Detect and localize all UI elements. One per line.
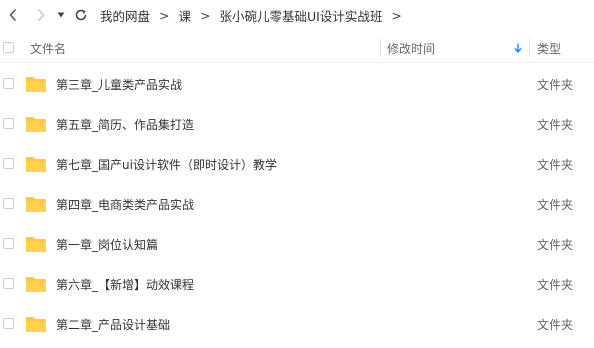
file-row[interactable]: 第七章_国产ui设计软件（即时设计）教学 文件夹 xyxy=(0,144,594,184)
folder-icon xyxy=(26,277,46,292)
file-type: 文件夹 xyxy=(537,197,574,212)
row-checkbox[interactable] xyxy=(3,278,14,289)
file-type: 文件夹 xyxy=(537,317,574,332)
row-checkbox[interactable] xyxy=(3,318,14,329)
file-row[interactable]: 第四章_电商类类产品实战 文件夹 xyxy=(0,184,594,224)
file-row[interactable]: 第二章_产品设计基础 文件夹 xyxy=(0,304,594,344)
folder-icon xyxy=(26,157,46,172)
arrow-down-icon xyxy=(514,43,522,53)
folder-icon xyxy=(26,197,46,212)
chevron-left-icon xyxy=(9,8,17,22)
file-type: 文件夹 xyxy=(537,237,574,252)
modified-column-label: 修改时间 xyxy=(387,41,436,56)
breadcrumb-separator: > xyxy=(200,7,211,23)
breadcrumb-item[interactable]: 张小碗儿零基础UI设计实战班 xyxy=(220,6,383,25)
row-checkbox[interactable] xyxy=(3,198,14,209)
select-all-checkbox[interactable] xyxy=(3,42,14,53)
file-row[interactable]: 第一章_岗位认知篇 文件夹 xyxy=(0,224,594,264)
file-name[interactable]: 第一章_岗位认知篇 xyxy=(56,224,158,264)
history-dropdown-button[interactable] xyxy=(54,0,68,30)
file-name[interactable]: 第二章_产品设计基础 xyxy=(56,304,170,344)
folder-icon xyxy=(26,117,46,132)
file-name[interactable]: 第六章_【新增】动效课程 xyxy=(56,264,194,304)
breadcrumb-separator: > xyxy=(159,7,170,23)
breadcrumb-item[interactable]: 我的网盘 xyxy=(100,6,150,25)
file-type: 文件夹 xyxy=(537,157,574,172)
row-checkbox[interactable] xyxy=(3,118,14,129)
chevron-right-icon xyxy=(37,8,45,22)
file-name[interactable]: 第三章_儿童类产品实战 xyxy=(56,64,182,104)
file-row[interactable]: 第六章_【新增】动效课程 文件夹 xyxy=(0,264,594,304)
refresh-icon xyxy=(75,9,87,21)
name-column-label: 文件名 xyxy=(30,41,67,56)
folder-icon xyxy=(26,237,46,252)
back-button[interactable] xyxy=(2,0,24,30)
refresh-button[interactable] xyxy=(70,0,92,30)
folder-icon xyxy=(26,317,46,332)
breadcrumb-separator: > xyxy=(391,7,402,23)
column-divider[interactable] xyxy=(529,39,530,57)
column-header: 文件名 修改时间 类型 xyxy=(0,34,594,63)
name-column-header[interactable]: 文件名 xyxy=(30,34,378,62)
modified-column-header[interactable]: 修改时间 xyxy=(387,34,527,62)
caret-down-icon xyxy=(57,12,65,18)
file-row[interactable]: 第三章_儿童类产品实战 文件夹 xyxy=(0,64,594,104)
file-name[interactable]: 第四章_电商类类产品实战 xyxy=(56,184,194,224)
file-row[interactable]: 第五章_简历、作品集打造 文件夹 xyxy=(0,104,594,144)
type-column-header[interactable]: 类型 xyxy=(537,34,594,62)
type-column-label: 类型 xyxy=(537,41,562,56)
column-divider[interactable] xyxy=(380,39,381,57)
file-name[interactable]: 第五章_简历、作品集打造 xyxy=(56,104,194,144)
row-checkbox[interactable] xyxy=(3,78,14,89)
file-type: 文件夹 xyxy=(537,77,574,92)
forward-button[interactable] xyxy=(30,0,52,30)
row-checkbox[interactable] xyxy=(3,238,14,249)
file-type: 文件夹 xyxy=(537,277,574,292)
folder-icon xyxy=(26,77,46,92)
row-checkbox[interactable] xyxy=(3,158,14,169)
breadcrumb-item[interactable]: 课 xyxy=(179,6,192,25)
toolbar: 我的网盘 > 课 > 张小碗儿零基础UI设计实战班 > xyxy=(0,0,594,30)
file-name[interactable]: 第七章_国产ui设计软件（即时设计）教学 xyxy=(56,144,277,184)
breadcrumb: 我的网盘 > 课 > 张小碗儿零基础UI设计实战班 > xyxy=(100,6,411,25)
file-type: 文件夹 xyxy=(537,117,574,132)
